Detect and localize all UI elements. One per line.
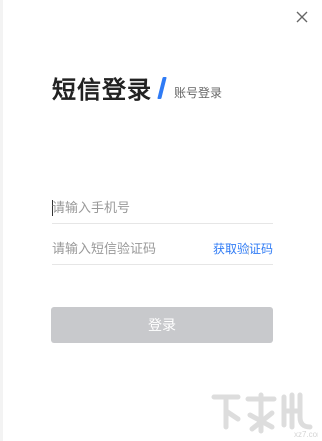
phone-input[interactable] [52,197,273,219]
watermark-logo: xz7.com [211,392,318,439]
sms-code-input[interactable] [52,238,192,260]
account-login-tab[interactable]: 账号登录 [174,83,222,106]
watermark-text: xz7.com [294,430,318,439]
window-left-edge [0,0,3,441]
close-icon [296,11,308,23]
page-title: 短信登录 [52,76,152,104]
title-divider [157,77,167,99]
login-button[interactable]: 登录 [51,307,273,343]
close-button[interactable] [293,8,311,26]
sms-login-dialog: 短信登录 账号登录 获取验证码 登录 xz7.com [0,0,322,441]
code-field: 获取验证码 [52,234,273,265]
get-code-link[interactable]: 获取验证码 [213,240,273,258]
phone-field [52,193,273,224]
login-header: 短信登录 账号登录 [52,66,222,106]
